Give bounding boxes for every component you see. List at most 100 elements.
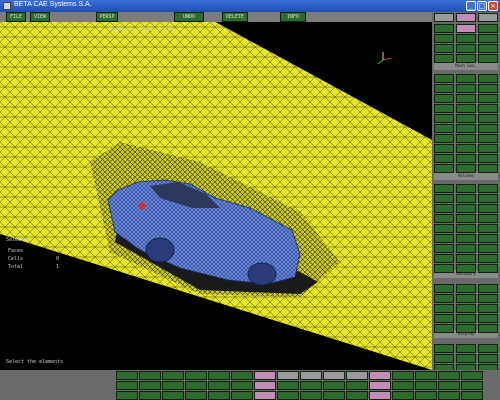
command-button[interactable] (434, 294, 454, 303)
bottom-toolbar-button[interactable] (300, 391, 322, 400)
bottom-toolbar-button[interactable] (185, 381, 207, 390)
command-button[interactable] (434, 44, 454, 53)
bottom-toolbar-button[interactable] (139, 381, 161, 390)
command-button[interactable] (478, 234, 498, 243)
bottom-toolbar-button[interactable] (415, 371, 437, 380)
bottom-toolbar-button[interactable] (461, 391, 483, 400)
command-button[interactable] (456, 284, 476, 293)
command-button[interactable] (478, 124, 498, 133)
bottom-toolbar-button[interactable] (208, 391, 230, 400)
bottom-toolbar-button[interactable] (254, 371, 276, 380)
command-button[interactable] (478, 114, 498, 123)
bottom-toolbar-button[interactable] (323, 381, 345, 390)
bottom-toolbar-button[interactable] (277, 391, 299, 400)
maximize-button[interactable]: □ (477, 1, 487, 11)
command-button[interactable] (456, 84, 476, 93)
command-button[interactable] (478, 164, 498, 173)
command-button[interactable] (478, 304, 498, 313)
bottom-toolbar-button[interactable] (208, 371, 230, 380)
command-button[interactable] (478, 44, 498, 53)
command-button[interactable] (434, 84, 454, 93)
command-button[interactable] (434, 314, 454, 323)
command-button[interactable] (478, 54, 498, 63)
bottom-toolbar-button[interactable] (369, 371, 391, 380)
bottom-toolbar-button[interactable] (323, 391, 345, 400)
command-button[interactable] (478, 344, 498, 353)
command-button[interactable] (456, 34, 476, 43)
command-button[interactable] (456, 134, 476, 143)
command-button[interactable] (434, 184, 454, 193)
command-button[interactable] (434, 94, 454, 103)
bottom-toolbar-button[interactable] (369, 391, 391, 400)
bottom-toolbar-button[interactable] (461, 381, 483, 390)
command-button[interactable] (456, 234, 476, 243)
command-button[interactable] (456, 204, 476, 213)
command-button[interactable] (478, 194, 498, 203)
command-button[interactable] (478, 134, 498, 143)
bottom-toolbar-button[interactable] (208, 381, 230, 390)
command-button[interactable] (434, 284, 454, 293)
command-button[interactable] (456, 264, 476, 273)
command-button[interactable] (478, 214, 498, 223)
command-button[interactable] (478, 144, 498, 153)
bottom-toolbar-button[interactable] (116, 381, 138, 390)
toolbar-button-delete[interactable]: DELETE (222, 12, 248, 22)
bottom-toolbar-button[interactable] (392, 381, 414, 390)
command-button[interactable] (478, 254, 498, 263)
bottom-toolbar-button[interactable] (415, 391, 437, 400)
minimize-button[interactable]: _ (466, 1, 476, 11)
command-button[interactable] (456, 314, 476, 323)
command-button[interactable] (434, 344, 454, 353)
command-button[interactable] (478, 354, 498, 363)
command-button[interactable] (434, 54, 454, 63)
bottom-toolbar-button[interactable] (231, 391, 253, 400)
bottom-toolbar-button[interactable] (185, 371, 207, 380)
bottom-toolbar-button[interactable] (369, 381, 391, 390)
bottom-toolbar-button[interactable] (300, 381, 322, 390)
toolbar-button-undo[interactable]: UNDO (174, 12, 204, 22)
bottom-toolbar-button[interactable] (116, 391, 138, 400)
command-button[interactable] (456, 124, 476, 133)
bottom-toolbar-button[interactable] (300, 371, 322, 380)
command-button[interactable] (434, 24, 454, 33)
command-button[interactable] (478, 184, 498, 193)
bottom-toolbar-button[interactable] (254, 391, 276, 400)
command-button[interactable] (434, 204, 454, 213)
toolbar-button-view[interactable]: VIEW (30, 12, 50, 22)
bottom-toolbar-button[interactable] (346, 381, 368, 390)
command-button[interactable] (478, 84, 498, 93)
command-button[interactable] (434, 234, 454, 243)
command-button[interactable] (434, 164, 454, 173)
command-button[interactable] (478, 34, 498, 43)
panel-tab-button[interactable] (478, 13, 498, 22)
toolbar-button-file[interactable]: FILE (6, 12, 26, 22)
bottom-toolbar-button[interactable] (231, 381, 253, 390)
bottom-toolbar-button[interactable] (162, 391, 184, 400)
command-button[interactable] (434, 244, 454, 253)
command-button[interactable] (434, 324, 454, 333)
bottom-toolbar-button[interactable] (139, 391, 161, 400)
command-button[interactable] (478, 294, 498, 303)
command-button[interactable] (434, 254, 454, 263)
bottom-toolbar-button[interactable] (254, 381, 276, 390)
bottom-toolbar-button[interactable] (415, 381, 437, 390)
bottom-toolbar-button[interactable] (231, 371, 253, 380)
bottom-toolbar-button[interactable] (461, 371, 483, 380)
command-button[interactable] (478, 94, 498, 103)
command-button[interactable] (434, 224, 454, 233)
command-button[interactable] (434, 214, 454, 223)
command-button[interactable] (456, 344, 476, 353)
bottom-toolbar-button[interactable] (323, 371, 345, 380)
command-button[interactable] (434, 124, 454, 133)
command-button[interactable] (434, 34, 454, 43)
bottom-toolbar-button[interactable] (392, 371, 414, 380)
panel-tab-button[interactable] (456, 13, 476, 22)
command-button[interactable] (478, 104, 498, 113)
command-button[interactable] (456, 294, 476, 303)
command-button[interactable] (456, 114, 476, 123)
bottom-toolbar-button[interactable] (116, 371, 138, 380)
command-button[interactable] (478, 204, 498, 213)
command-button[interactable] (478, 284, 498, 293)
command-button[interactable] (456, 194, 476, 203)
command-button[interactable] (478, 24, 498, 33)
